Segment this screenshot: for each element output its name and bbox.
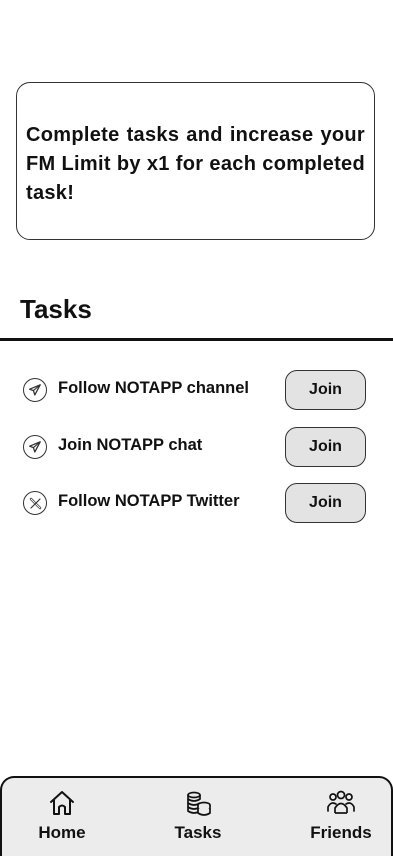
task-label: Follow NOTAPP channel: [58, 379, 249, 397]
task-label: Join NOTAPP chat: [58, 435, 203, 454]
friends-icon: [327, 790, 355, 814]
task-row-follow-twitter: Follow NOTAPP Twitter Join: [0, 483, 393, 523]
bottom-nav: Home Tasks Friends: [0, 776, 393, 856]
join-button[interactable]: Join: [285, 426, 366, 467]
task-row-join-chat: Join NOTAPP chat Join: [0, 426, 393, 467]
nav-item-home[interactable]: Home: [17, 788, 107, 850]
join-button[interactable]: Join: [285, 370, 366, 410]
section-divider: [0, 338, 393, 341]
nav-item-friends[interactable]: Friends: [296, 788, 386, 850]
telegram-icon: [23, 378, 47, 402]
x-twitter-icon: [23, 491, 47, 515]
nav-label-tasks: Tasks: [174, 823, 222, 842]
coins-icon: [187, 791, 211, 816]
task-row-follow-channel: Follow NOTAPP channel Join: [0, 370, 393, 410]
home-icon: [50, 791, 74, 815]
info-card: Complete tasks and increase your FM Limi…: [16, 82, 375, 240]
task-label: Follow NOTAPP Twitter: [58, 492, 240, 510]
nav-label-friends: Friends: [310, 823, 372, 842]
tasks-section-title: Tasks: [20, 294, 92, 324]
join-button[interactable]: Join: [285, 483, 366, 523]
info-card-text: Complete tasks and increase your FM Limi…: [26, 124, 365, 204]
nav-item-tasks[interactable]: Tasks: [153, 788, 243, 850]
telegram-icon: [23, 434, 47, 459]
nav-label-home: Home: [38, 823, 86, 842]
task-list: Follow NOTAPP channel Join Join NOTAPP c…: [0, 370, 393, 540]
